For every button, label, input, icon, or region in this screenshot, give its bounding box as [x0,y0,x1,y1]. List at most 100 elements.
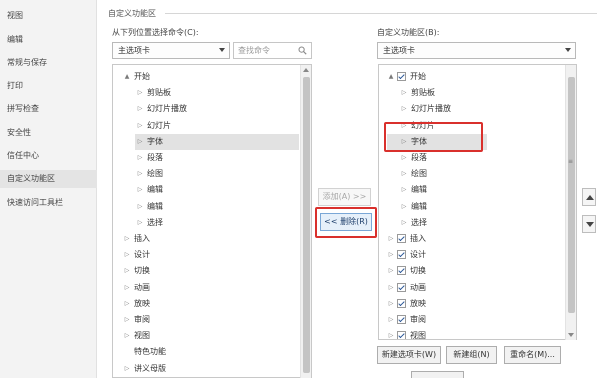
tree-row[interactable]: ▷ 插入 [113,231,293,247]
expand-icon[interactable]: ▷ [400,150,408,166]
nav-item-print[interactable]: 打印 [7,77,95,95]
expand-icon[interactable]: ▷ [400,182,408,198]
tree-row[interactable]: ▷ 动画 [379,280,559,296]
reset-button[interactable] [411,371,464,378]
expand-icon[interactable]: ▷ [123,280,131,296]
expand-icon[interactable]: ▷ [136,199,144,215]
tree-row[interactable]: ▲ 开始 [379,69,559,85]
expand-icon[interactable]: ▷ [387,247,395,263]
rename-button[interactable]: 重命名(M)... [504,346,561,364]
expand-icon[interactable]: ▷ [123,361,131,377]
expand-icon[interactable]: ▷ [136,166,144,182]
checkbox-icon[interactable] [397,234,406,243]
commands-tree[interactable]: ▲ 开始 ▷ 剪贴板 ▷ 幻灯片播放 ▷ 幻灯片 ▷ 字体 ▷ 段落 ▷ 绘图 ▷ 编辑 ▷ 编辑 ▷ 选择 ▷ 插入 ▷ 设… [112,64,312,378]
expand-icon[interactable]: ▷ [136,134,144,150]
expand-icon[interactable]: ▷ [387,328,395,339]
collapse-icon[interactable]: ▲ [387,69,395,85]
nav-item-edit[interactable]: 编辑 [7,31,95,49]
nav-item-security[interactable]: 安全性 [7,124,95,142]
tree-row[interactable]: ▷ 段落 [379,150,559,166]
tree-row[interactable]: ▷ 切换 [379,263,559,279]
tree-row[interactable]: ▷ 绘图 [113,166,293,182]
customize-ribbon-dropdown[interactable]: 主选项卡 [377,42,576,59]
tree-row[interactable]: 特色功能 [113,344,293,360]
new-group-button[interactable]: 新建组(N) [446,346,497,364]
ribbon-scrollbar[interactable]: ≡ [565,65,576,340]
checkbox-icon[interactable] [397,298,406,308]
nav-item-general-save[interactable]: 常规与保存 [7,54,95,72]
tree-row[interactable]: ▷ 段落 [113,150,293,166]
expand-icon[interactable]: ▷ [123,312,131,328]
expand-icon[interactable]: ▷ [387,263,395,279]
expand-icon[interactable]: ▷ [136,150,144,166]
tree-row[interactable]: ▷ 审阅 [379,312,559,328]
expand-icon[interactable]: ▷ [136,101,144,117]
new-tab-button[interactable]: 新建选项卡(W) [377,346,441,364]
tree-row[interactable]: ▷ 编辑 [113,182,293,198]
tree-row[interactable]: ▷ 放映 [379,296,559,312]
tree-row[interactable]: ▲ 开始 [113,69,293,85]
tree-row[interactable]: ▷ 剪贴板 [379,85,559,101]
tree-row[interactable]: ▷ 审阅 [113,312,293,328]
expand-icon[interactable]: ▷ [123,231,131,247]
tree-row[interactable]: ▷ 视图 [113,328,293,344]
nav-item-quick-access-toolbar[interactable]: 快速访问工具栏 [7,194,95,212]
move-up-button[interactable] [582,188,596,206]
expand-icon[interactable]: ▷ [136,215,144,231]
checkbox-icon[interactable] [397,282,406,292]
checkbox-icon[interactable] [397,266,406,276]
tree-row[interactable]: ▷ 设计 [113,247,293,263]
tree-row[interactable]: ▷ 动画 [113,280,293,296]
tree-row[interactable]: ▷ 幻灯片 [113,118,293,134]
tree-row[interactable]: ▷ 幻灯片播放 [379,101,559,117]
nav-item-customize-ribbon[interactable]: 自定义功能区 [0,170,97,188]
expand-icon[interactable]: ▷ [123,296,131,312]
tree-row[interactable]: ▷ 选择 [113,215,293,231]
choose-commands-dropdown[interactable]: 主选项卡 [112,42,230,59]
expand-icon[interactable]: ▷ [387,312,395,328]
nav-item-trust-center[interactable]: 信任中心 [7,147,95,165]
tree-row[interactable]: ▷ 编辑 [379,182,559,198]
expand-icon[interactable]: ▷ [400,166,408,182]
ribbon-tree[interactable]: ▲ 开始 ▷ 剪贴板 ▷ 幻灯片播放 ▷ 幻灯片 ▷ 字体 ▷ 段落 ▷ 绘图 ▷ 编辑 ▷ 编辑 ▷ 选择 ▷ 插入 ▷ 设… [378,64,577,340]
expand-icon[interactable]: ▷ [387,280,395,296]
tree-row[interactable]: ▷ 编辑 [113,199,293,215]
expand-icon[interactable]: ▷ [123,247,131,263]
tree-row[interactable]: ▷ 视图 [379,328,559,339]
tree-row[interactable]: ▷ 字体 [135,133,299,150]
expand-icon[interactable]: ▷ [400,215,408,231]
expand-icon[interactable]: ▷ [136,182,144,198]
checkbox-icon[interactable] [397,331,406,339]
tree-row[interactable]: ▷ 编辑 [379,199,559,215]
tree-row[interactable]: ▷ 幻灯片播放 [113,101,293,117]
expand-icon[interactable]: ▷ [400,199,408,215]
nav-item-view[interactable]: 视图 [7,7,95,25]
expand-icon[interactable]: ▷ [387,231,395,247]
tree-row[interactable]: ▷ 放映 [113,296,293,312]
checkbox-icon[interactable] [397,315,406,324]
nav-item-spellcheck[interactable]: 拼写检查 [7,100,95,118]
expand-icon[interactable]: ▷ [136,85,144,101]
checkbox-icon[interactable] [397,72,406,81]
tree-row[interactable]: ▷ 设计 [379,247,559,263]
move-down-button[interactable] [582,215,596,233]
scroll-up-icon[interactable] [303,68,309,72]
expand-icon[interactable]: ▷ [400,101,408,117]
expand-icon[interactable]: ▷ [387,296,395,312]
tree-row[interactable]: ▷ 插入 [379,231,559,247]
tree-row[interactable]: ▷ 剪贴板 [113,85,293,101]
tree-row[interactable]: ▷ 绘图 [379,166,559,182]
scroll-thumb[interactable] [303,77,310,373]
tree-row[interactable]: ▷ 切换 [113,263,293,279]
commands-scrollbar[interactable] [300,65,311,378]
collapse-icon[interactable]: ▲ [123,69,131,85]
tree-row[interactable]: ▷ 讲义母版 [113,361,293,377]
scroll-thumb[interactable] [568,77,575,313]
expand-icon[interactable]: ▷ [123,263,131,279]
expand-icon[interactable]: ▷ [123,328,131,344]
expand-icon[interactable]: ▷ [136,118,144,134]
search-commands-input[interactable]: 查找命令 [233,42,312,59]
tree-row[interactable]: ▷ 选择 [379,215,559,231]
checkbox-icon[interactable] [397,250,406,260]
add-button[interactable]: 添加(A) >> [318,188,371,206]
